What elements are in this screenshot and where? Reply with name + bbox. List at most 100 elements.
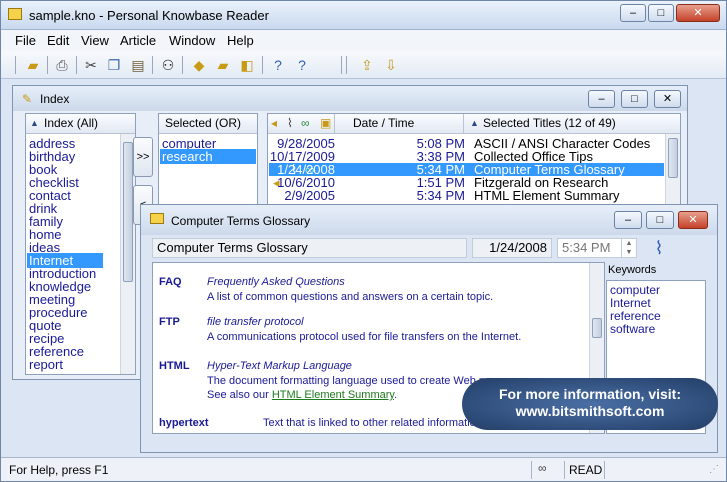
index-title-bar[interactable]: ✎ Index – □ ✕ [13, 86, 687, 111]
open-icon[interactable]: ▰ [23, 55, 43, 75]
date-column-header[interactable]: Date / Time [353, 114, 414, 133]
toolbar-separator [15, 56, 16, 74]
scrollbar-thumb[interactable] [123, 142, 133, 282]
menu-file[interactable]: File [15, 33, 36, 48]
glossary-text: A communications protocol used for file … [207, 331, 522, 343]
index-icon: ✎ [22, 92, 33, 106]
list-item[interactable]: report [29, 357, 63, 372]
context-help-icon[interactable]: ? [292, 55, 312, 75]
keyword-item[interactable]: software [610, 322, 655, 336]
attachment-icon: ⌇ [287, 116, 293, 130]
row-date: 2/9/2005 [284, 188, 335, 203]
see-also-suffix: . [394, 389, 398, 401]
minimize-button[interactable]: – [620, 4, 646, 22]
article-title-field[interactable]: Computer Terms Glossary [152, 238, 467, 258]
toolbar-separator [262, 56, 263, 74]
article-minimize-button[interactable]: – [614, 211, 642, 229]
attachment-icon[interactable]: ⌇ [648, 237, 670, 259]
index-close-button[interactable]: ✕ [654, 90, 681, 108]
status-divider [564, 461, 565, 479]
keyword-item[interactable]: reference [610, 309, 661, 323]
promo-url: www.bitsmithsoft.com [515, 403, 665, 419]
article-window-title: Computer Terms Glossary [171, 214, 311, 228]
export-icon[interactable]: ⇪ [357, 55, 377, 75]
folders-icon[interactable]: ▰ [213, 55, 233, 75]
glossary-term: FAQ [159, 276, 182, 288]
html-element-summary-link[interactable]: HTML Element Summary [272, 389, 394, 401]
help-icon[interactable]: ? [268, 55, 288, 75]
glossary-term: hypertext [159, 417, 209, 429]
window-title: sample.kno - Personal Knowbase Reader [29, 8, 269, 23]
titles-list-header[interactable]: ◂ ⌇ ∞ ▣ Date / Time ▲ Selected Titles (1… [268, 114, 680, 134]
sort-up-icon: ▲ [470, 118, 479, 128]
status-divider [604, 461, 605, 479]
menu-edit[interactable]: Edit [47, 33, 69, 48]
cut-icon[interactable]: ✂ [81, 55, 101, 75]
list-item-selected[interactable]: research [160, 149, 256, 164]
article-icon [150, 213, 164, 224]
article-date-field[interactable]: 1/24/2008 [472, 238, 552, 258]
keyword-item[interactable]: computer [610, 283, 660, 297]
glossary-term: FTP [159, 316, 180, 328]
article-title-bar[interactable]: Computer Terms Glossary – □ ✕ [141, 205, 717, 235]
status-help-text: For Help, press F1 [9, 463, 109, 477]
time-spinner[interactable]: ▲ ▼ [621, 239, 636, 257]
toolbar-separator [76, 56, 77, 74]
article-maximize-button[interactable]: □ [646, 211, 674, 229]
add-keyword-button[interactable]: >> [133, 137, 153, 177]
scrollbar-thumb[interactable] [668, 138, 678, 178]
menu-window[interactable]: Window [169, 33, 215, 48]
index-maximize-button[interactable]: □ [621, 90, 648, 108]
table-row[interactable]: 2/9/2005 5:34 PM HTML Element Summary [269, 189, 664, 202]
keyword-item[interactable]: Internet [610, 296, 651, 310]
menu-article[interactable]: Article [120, 33, 156, 48]
link-icon: ∞ [538, 461, 547, 475]
status-divider [531, 461, 532, 479]
glossary-definition: Hyper-Text Markup Language [207, 360, 352, 372]
status-mode: READ [569, 463, 603, 477]
close-button[interactable]: ✕ [676, 4, 720, 22]
glossary-term: HTML [159, 360, 190, 372]
scrollbar-thumb[interactable] [592, 318, 602, 338]
glossary-text: Text that is linked to other related inf… [263, 417, 485, 429]
menu-help[interactable]: Help [227, 33, 254, 48]
paste-icon[interactable]: ▤ [128, 55, 148, 75]
maximize-button[interactable]: □ [648, 4, 674, 22]
lock-icon: ▣ [320, 116, 332, 130]
resize-grip-icon[interactable]: ⋰ [709, 464, 719, 475]
glossary-text: A list of common questions and answers o… [207, 291, 494, 303]
application-window: sample.kno - Personal Knowbase Reader – … [0, 0, 727, 482]
copy-icon[interactable]: ❐ [104, 55, 124, 75]
index-window-title: Index [40, 92, 70, 106]
index-icon[interactable]: ◧ [237, 55, 257, 75]
glossary-definition: Frequently Asked Questions [207, 276, 345, 288]
toolbar-separator [182, 56, 183, 74]
index-minimize-button[interactable]: – [588, 90, 615, 108]
article-close-button[interactable]: ✕ [678, 211, 708, 229]
menu-bar: File Edit View Article Window Help [1, 30, 726, 51]
toolbar-separator [346, 56, 347, 74]
row-title: HTML Element Summary [474, 188, 620, 203]
toolbar-separator [47, 56, 48, 74]
filter-icon[interactable]: ◆ [189, 55, 209, 75]
toolbar: ▰ ⎙ ✂ ❐ ▤ ⚇ ◆ ▰ ◧ ? ? ⇪ ⇩ [1, 51, 726, 79]
titles-column-header[interactable]: Selected Titles (12 of 49) [483, 114, 616, 133]
see-also-prefix: See also our [207, 389, 272, 401]
toolbar-separator [341, 56, 342, 74]
glossary-definition: file transfer protocol [207, 316, 304, 328]
print-icon[interactable]: ⎙ [52, 55, 72, 75]
toolbar-separator [152, 56, 153, 74]
see-also-line: See also our HTML Element Summary. [207, 389, 397, 401]
find-icon[interactable]: ⚇ [158, 55, 178, 75]
column-divider [463, 114, 464, 134]
selected-list-header[interactable]: Selected (OR) [159, 114, 257, 134]
menu-view[interactable]: View [81, 33, 109, 48]
link-icon: ∞ [301, 116, 310, 130]
app-icon [8, 8, 22, 20]
index-keyword-list[interactable]: ▲ Index (All) address birthday book chec… [25, 113, 136, 375]
index-list-header-label: Index (All) [44, 116, 99, 130]
index-list-header[interactable]: ▲ Index (All) [26, 114, 135, 134]
keywords-label: Keywords [608, 264, 657, 276]
title-bar[interactable]: sample.kno - Personal Knowbase Reader – … [1, 1, 726, 30]
import-icon[interactable]: ⇩ [381, 55, 401, 75]
